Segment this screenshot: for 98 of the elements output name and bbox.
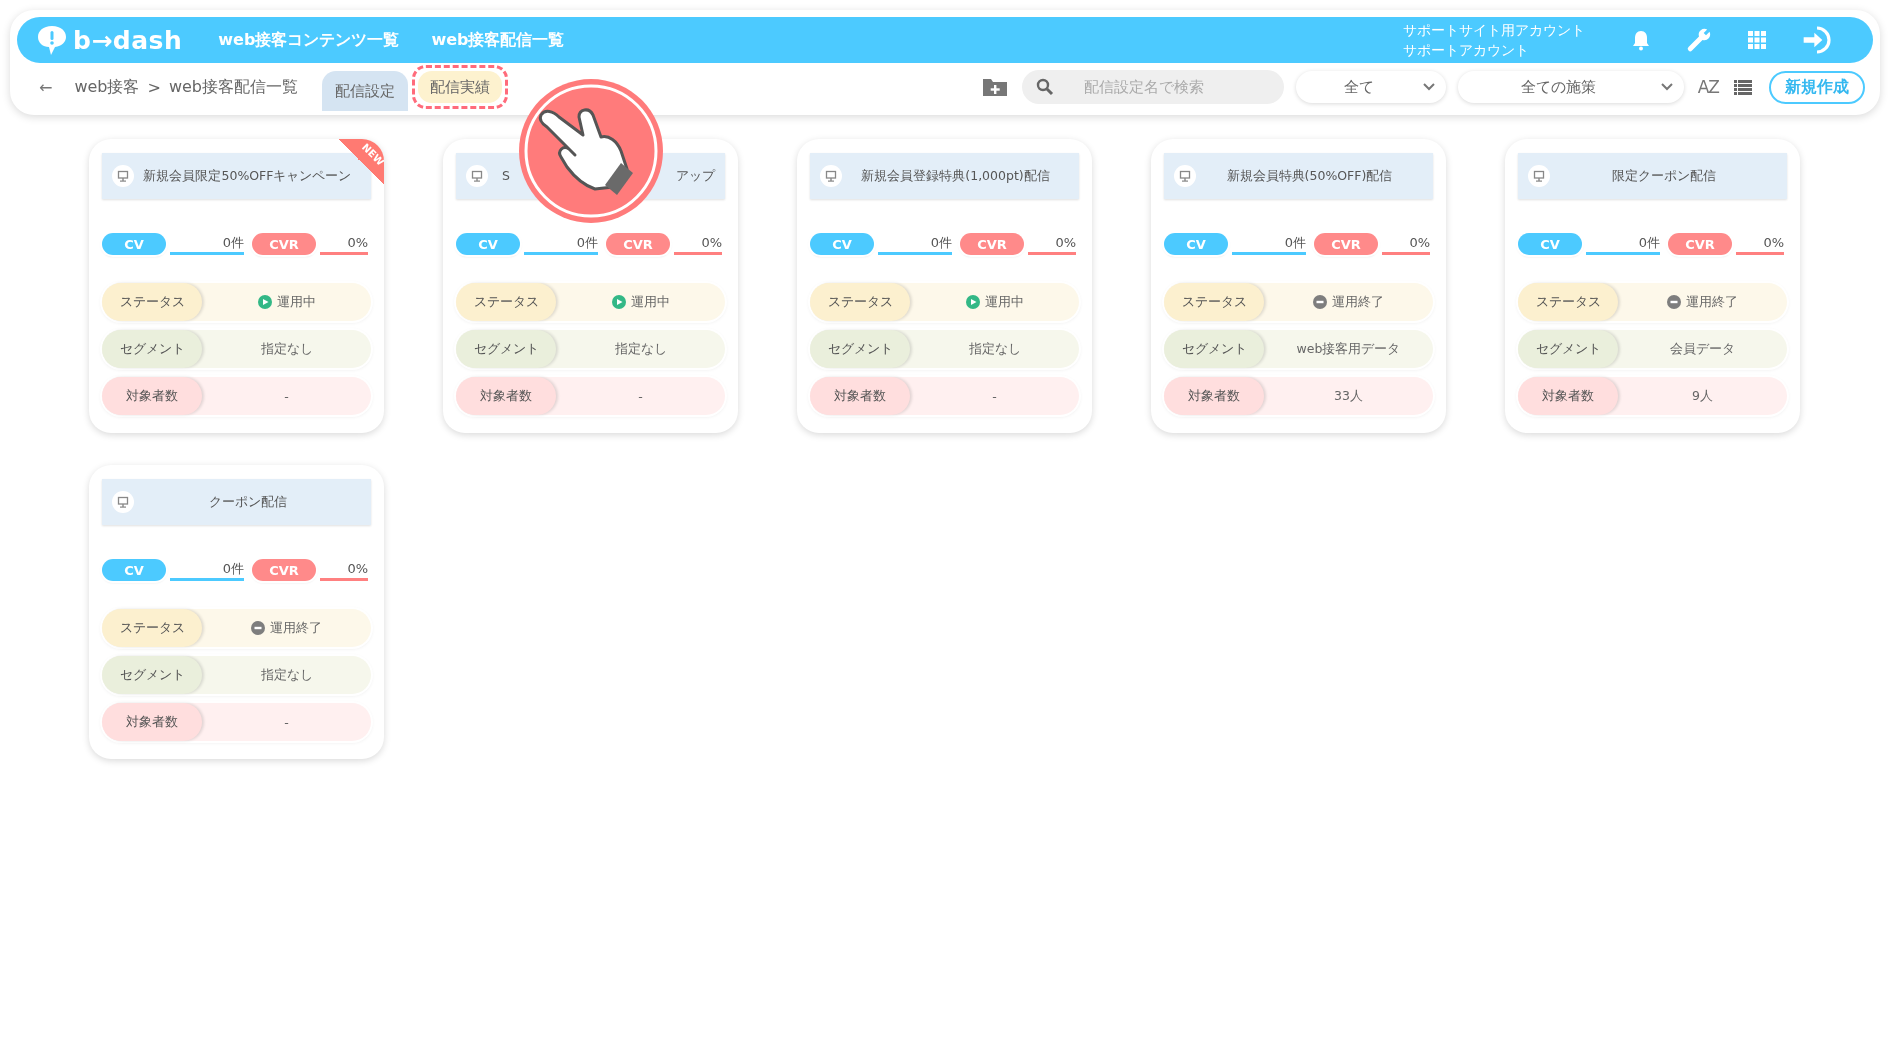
logo-bubble-icon	[35, 23, 69, 57]
card-title: 新規会員特典(50%OFF)配信	[1225, 167, 1394, 185]
monitor-icon	[112, 165, 134, 187]
row-value: -	[638, 388, 643, 404]
filter-dropdown[interactable]: 全て	[1295, 71, 1446, 103]
cv-label: CV	[102, 559, 166, 581]
row-label: ステータス	[102, 283, 202, 321]
row-label: 対象者数	[102, 703, 202, 741]
cvr-label: CVR	[252, 233, 316, 255]
cvr-label: CVR	[606, 233, 670, 255]
sign-in-icon[interactable]	[1801, 24, 1833, 56]
card-title: 限定クーポン配信	[1610, 167, 1717, 185]
cvr-value: 0%	[1736, 233, 1784, 255]
row-label: 対象者数	[1518, 377, 1618, 415]
row-label: セグメント	[1518, 330, 1618, 368]
row-value: 運用中	[276, 293, 316, 311]
cv-value: 0件	[524, 233, 598, 255]
row-value: 指定なし	[260, 666, 313, 684]
breadcrumb-separator: >	[147, 77, 161, 97]
card-title: S	[502, 167, 510, 185]
cv-value: 0件	[170, 559, 244, 581]
row-value: web接客用データ	[1296, 340, 1401, 358]
cvr-value: 0%	[674, 233, 722, 255]
row-label: セグメント	[810, 330, 910, 368]
card-title: アップ	[676, 167, 715, 185]
row-label: 対象者数	[456, 377, 556, 415]
cv-value: 0件	[1586, 233, 1660, 255]
row-label: ステータス	[810, 283, 910, 321]
sort-button[interactable]: AZ	[1697, 77, 1719, 97]
row-label: セグメント	[102, 330, 202, 368]
row-value: 指定なし	[260, 340, 313, 358]
monitor-icon	[112, 491, 134, 513]
wrench-icon[interactable]	[1685, 26, 1713, 54]
cvr-label: CVR	[1314, 233, 1378, 255]
row-label: セグメント	[1164, 330, 1264, 368]
cvr-value: 0%	[320, 233, 368, 255]
list-icon[interactable]	[1733, 78, 1753, 96]
tab[interactable]: 配信設定	[322, 71, 408, 111]
monitor-icon	[820, 165, 842, 187]
campaign-card[interactable]: 新規会員登録特典(1,000pt)配信 CV 0件 CVR 0% ステータス 運用中 セグメント 指定なし 対象者数 -	[797, 139, 1092, 433]
cvr-value: 0%	[320, 559, 368, 581]
row-label: ステータス	[1164, 283, 1264, 321]
chevron-down-icon	[1659, 82, 1674, 92]
cv-label: CV	[456, 233, 520, 255]
breadcrumb-item[interactable]: web接客配信一覧	[168, 76, 298, 98]
row-value: -	[284, 714, 289, 730]
cv-label: CV	[810, 233, 874, 255]
monitor-icon	[1174, 165, 1196, 187]
cvr-value: 0%	[1382, 233, 1430, 255]
cv-label: CV	[1518, 233, 1582, 255]
campaign-card[interactable]: クーポン配信 CV 0件 CVR 0% ステータス 運用終了 セグメント 指定なし 対象者数 -	[89, 465, 384, 759]
row-value: 会員データ	[1670, 340, 1735, 358]
campaign-card[interactable]: 新規会員特典(50%OFF)配信 CV 0件 CVR 0% ステータス 運用終了 セグメント web接客用データ 対象者数 33人	[1151, 139, 1446, 433]
row-value: 運用終了	[270, 619, 322, 637]
cv-value: 0件	[878, 233, 952, 255]
logo-text: b→dash	[73, 25, 183, 55]
row-value: 指定なし	[968, 340, 1021, 358]
filter-dropdown[interactable]: 全ての施策	[1457, 71, 1684, 103]
cv-label: CV	[1164, 233, 1228, 255]
row-label: 対象者数	[810, 377, 910, 415]
row-label: ステータス	[1518, 283, 1618, 321]
search-icon	[1035, 78, 1054, 96]
row-value: 運用中	[630, 293, 670, 311]
breadcrumb-item[interactable]: web接客	[74, 76, 140, 98]
row-value: -	[992, 388, 997, 404]
row-label: 対象者数	[102, 377, 202, 415]
cv-value: 0件	[170, 233, 244, 255]
row-value: 33人	[1334, 387, 1363, 405]
row-value: 指定なし	[614, 340, 667, 358]
row-value: 運用終了	[1332, 293, 1384, 311]
grid-icon[interactable]	[1745, 28, 1769, 52]
row-value: 運用中	[984, 293, 1024, 311]
back-link[interactable]: ←	[39, 77, 53, 97]
monitor-icon	[466, 165, 488, 187]
row-value: 運用終了	[1686, 293, 1738, 311]
card-title: 新規会員登録特典(1,000pt)配信	[860, 167, 1051, 185]
cvr-value: 0%	[1028, 233, 1076, 255]
account-name: サポートサイト用アカウント	[1403, 21, 1585, 40]
row-value: -	[284, 388, 289, 404]
campaign-card[interactable]: 限定クーポン配信 CV 0件 CVR 0% ステータス 運用終了 セグメント 会員データ 対象者数 9人	[1505, 139, 1800, 433]
row-label: ステータス	[456, 283, 556, 321]
row-label: セグメント	[102, 656, 202, 694]
folder-plus-icon[interactable]	[981, 76, 1008, 98]
tab[interactable]: 配信実績	[418, 71, 502, 103]
account-name: サポートアカウント	[1403, 41, 1530, 60]
chevron-down-icon	[1421, 82, 1436, 92]
search-field[interactable]: 配信設定名で検索	[1021, 70, 1284, 104]
row-label: セグメント	[456, 330, 556, 368]
cvr-label: CVR	[252, 559, 316, 581]
cv-label: CV	[102, 233, 166, 255]
cv-value: 0件	[1232, 233, 1306, 255]
cvr-label: CVR	[960, 233, 1024, 255]
card-title: クーポン配信	[207, 493, 288, 511]
cvr-label: CVR	[1668, 233, 1732, 255]
row-label: ステータス	[102, 609, 202, 647]
row-label: 対象者数	[1164, 377, 1264, 415]
row-value: 9人	[1692, 387, 1713, 405]
monitor-icon	[1528, 165, 1550, 187]
